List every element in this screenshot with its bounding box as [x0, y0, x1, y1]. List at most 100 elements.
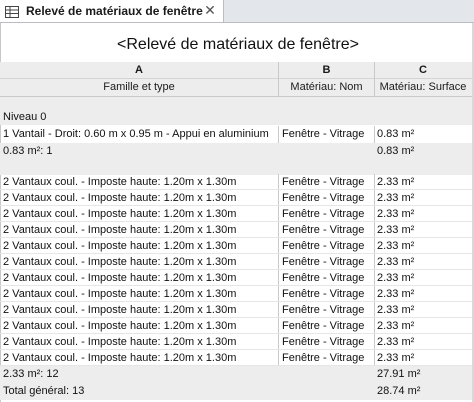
table-row[interactable]: 2 Vantaux coul. - Imposte haute: 1.20m x…: [0, 334, 474, 350]
cell-material-area[interactable]: 2.33 m²: [377, 334, 471, 350]
column-divider: [278, 334, 279, 350]
cell-material-name[interactable]: Fenêtre - Vitrage: [282, 334, 374, 350]
column-divider: [374, 286, 375, 302]
cell-family-type[interactable]: 2 Vantaux coul. - Imposte haute: 1.20m x…: [3, 190, 275, 206]
column-letter-c[interactable]: C: [375, 63, 471, 77]
column-divider: [374, 190, 375, 206]
group-header-label[interactable]: Niveau 0: [3, 109, 275, 125]
column-divider: [374, 318, 375, 334]
column-divider: [374, 126, 375, 143]
cell-family-type[interactable]: 2 Vantaux coul. - Imposte haute: 1.20m x…: [3, 222, 275, 238]
grand-total-value: 28.74 m²: [377, 385, 421, 397]
table-row[interactable]: 1 Vantail - Droit: 0.60 m x 0.95 m - App…: [0, 126, 474, 142]
subtotal-row: 2.33 m²: 12 27.91 m²: [0, 366, 474, 382]
cell-family-type[interactable]: 2 Vantaux coul. - Imposte haute: 1.20m x…: [3, 238, 275, 254]
column-divider: [374, 254, 375, 270]
cell-material-name[interactable]: Fenêtre - Vitrage: [282, 174, 374, 190]
column-divider: [278, 206, 279, 222]
cell-material-name[interactable]: Fenêtre - Vitrage: [282, 126, 374, 142]
cell-family-type[interactable]: 2 Vantaux coul. - Imposte haute: 1.20m x…: [3, 334, 275, 350]
cell-material-area[interactable]: 2.33 m²: [377, 206, 471, 222]
table-row[interactable]: 2 Vantaux coul. - Imposte haute: 1.20m x…: [0, 174, 474, 190]
cell-material-area[interactable]: 2.33 m²: [377, 302, 471, 318]
column-divider: [374, 334, 375, 350]
subtotal-value: 0.83 m²: [377, 145, 415, 157]
table-row[interactable]: 2 Vantaux coul. - Imposte haute: 1.20m x…: [0, 318, 474, 334]
group-header-row: Niveau 0: [0, 97, 474, 125]
cell-material-name[interactable]: Fenêtre - Vitrage: [282, 254, 374, 270]
cell-family-type[interactable]: 2 Vantaux coul. - Imposte haute: 1.20m x…: [3, 254, 275, 270]
cell-material-name[interactable]: Fenêtre - Vitrage: [282, 190, 374, 206]
column-letter-a[interactable]: A: [0, 63, 278, 77]
cell-material-name[interactable]: Fenêtre - Vitrage: [282, 238, 374, 254]
table-row[interactable]: 2 Vantaux coul. - Imposte haute: 1.20m x…: [0, 206, 474, 222]
column-divider: [278, 174, 279, 190]
table-row[interactable]: 2 Vantaux coul. - Imposte haute: 1.20m x…: [0, 302, 474, 318]
column-divider: [278, 350, 279, 366]
cell-family-type[interactable]: 2 Vantaux coul. - Imposte haute: 1.20m x…: [3, 302, 275, 318]
table-row[interactable]: 2 Vantaux coul. - Imposte haute: 1.20m x…: [0, 238, 474, 254]
cell-material-name[interactable]: Fenêtre - Vitrage: [282, 318, 374, 334]
cell-material-area[interactable]: 2.33 m²: [377, 238, 471, 254]
column-divider: [278, 270, 279, 286]
cell-material-name[interactable]: Fenêtre - Vitrage: [282, 286, 374, 302]
column-divider: [374, 270, 375, 286]
table-row[interactable]: 2 Vantaux coul. - Imposte haute: 1.20m x…: [0, 254, 474, 270]
cell-family-type[interactable]: 2 Vantaux coul. - Imposte haute: 1.20m x…: [3, 270, 275, 286]
cell-material-area[interactable]: 2.33 m²: [377, 286, 471, 302]
column-divider: [278, 62, 279, 96]
schedule-table-icon: [5, 5, 19, 18]
table-row[interactable]: 2 Vantaux coul. - Imposte haute: 1.20m x…: [0, 190, 474, 206]
table-row[interactable]: 2 Vantaux coul. - Imposte haute: 1.20m x…: [0, 222, 474, 238]
cell-family-type[interactable]: 1 Vantail - Droit: 0.60 m x 0.95 m - App…: [3, 126, 275, 142]
close-icon[interactable]: ✕: [203, 3, 217, 17]
cell-material-area[interactable]: 2.33 m²: [377, 174, 471, 190]
cell-family-type[interactable]: 2 Vantaux coul. - Imposte haute: 1.20m x…: [3, 350, 275, 366]
cell-material-name[interactable]: Fenêtre - Vitrage: [282, 270, 374, 286]
subtotal-label: 0.83 m²: 1: [3, 145, 53, 157]
cell-material-name[interactable]: Fenêtre - Vitrage: [282, 302, 374, 318]
cell-material-area[interactable]: 0.83 m²: [377, 126, 471, 142]
schedule-title: <Relevé de matériaux de fenêtre>: [117, 36, 359, 53]
column-divider: [278, 302, 279, 318]
subtotal-value: 27.91 m²: [377, 368, 421, 380]
table-row[interactable]: 2 Vantaux coul. - Imposte haute: 1.20m x…: [0, 286, 474, 302]
column-divider: [374, 62, 375, 96]
column-divider: [374, 222, 375, 238]
column-divider: [374, 238, 375, 254]
cell-material-name[interactable]: Fenêtre - Vitrage: [282, 350, 374, 366]
cell-material-area[interactable]: 2.33 m²: [377, 254, 471, 270]
column-divider: [278, 254, 279, 270]
column-divider: [278, 126, 279, 143]
grand-total-label: Total général: 13: [3, 385, 85, 397]
cell-family-type[interactable]: 2 Vantaux coul. - Imposte haute: 1.20m x…: [3, 206, 275, 222]
cell-material-area[interactable]: 2.33 m²: [377, 270, 471, 286]
column-name-a[interactable]: Famille et type: [0, 80, 278, 94]
subtotal-row: 0.83 m²: 1 0.83 m²: [0, 143, 474, 175]
table-row[interactable]: 2 Vantaux coul. - Imposte haute: 1.20m x…: [0, 350, 474, 366]
column-divider: [374, 174, 375, 190]
column-letter-b[interactable]: B: [279, 63, 374, 77]
subtotal-label: 2.33 m²: 12: [3, 368, 59, 380]
cell-material-name[interactable]: Fenêtre - Vitrage: [282, 206, 374, 222]
column-divider: [278, 238, 279, 254]
cell-family-type[interactable]: 2 Vantaux coul. - Imposte haute: 1.20m x…: [3, 174, 275, 190]
cell-material-area[interactable]: 2.33 m²: [377, 350, 471, 366]
column-divider: [278, 222, 279, 238]
tab-schedule[interactable]: Relevé de matériaux de fenêtre ✕: [0, 0, 224, 22]
cell-family-type[interactable]: 2 Vantaux coul. - Imposte haute: 1.20m x…: [3, 318, 275, 334]
column-divider: [374, 350, 375, 366]
tab-title: Relevé de matériaux de fenêtre: [26, 4, 203, 18]
tab-strip: Relevé de matériaux de fenêtre ✕: [0, 0, 474, 23]
cell-family-type[interactable]: 2 Vantaux coul. - Imposte haute: 1.20m x…: [3, 286, 275, 302]
table-row[interactable]: 2 Vantaux coul. - Imposte haute: 1.20m x…: [0, 270, 474, 286]
cell-material-area[interactable]: 2.33 m²: [377, 190, 471, 206]
cell-material-area[interactable]: 2.33 m²: [377, 318, 471, 334]
column-divider: [278, 190, 279, 206]
cell-material-name[interactable]: Fenêtre - Vitrage: [282, 222, 374, 238]
column-name-b[interactable]: Matériau: Nom: [279, 80, 374, 94]
column-name-c[interactable]: Matériau: Surface: [375, 80, 471, 94]
cell-material-area[interactable]: 2.33 m²: [377, 222, 471, 238]
header-divider: [0, 78, 474, 79]
column-divider: [278, 318, 279, 334]
